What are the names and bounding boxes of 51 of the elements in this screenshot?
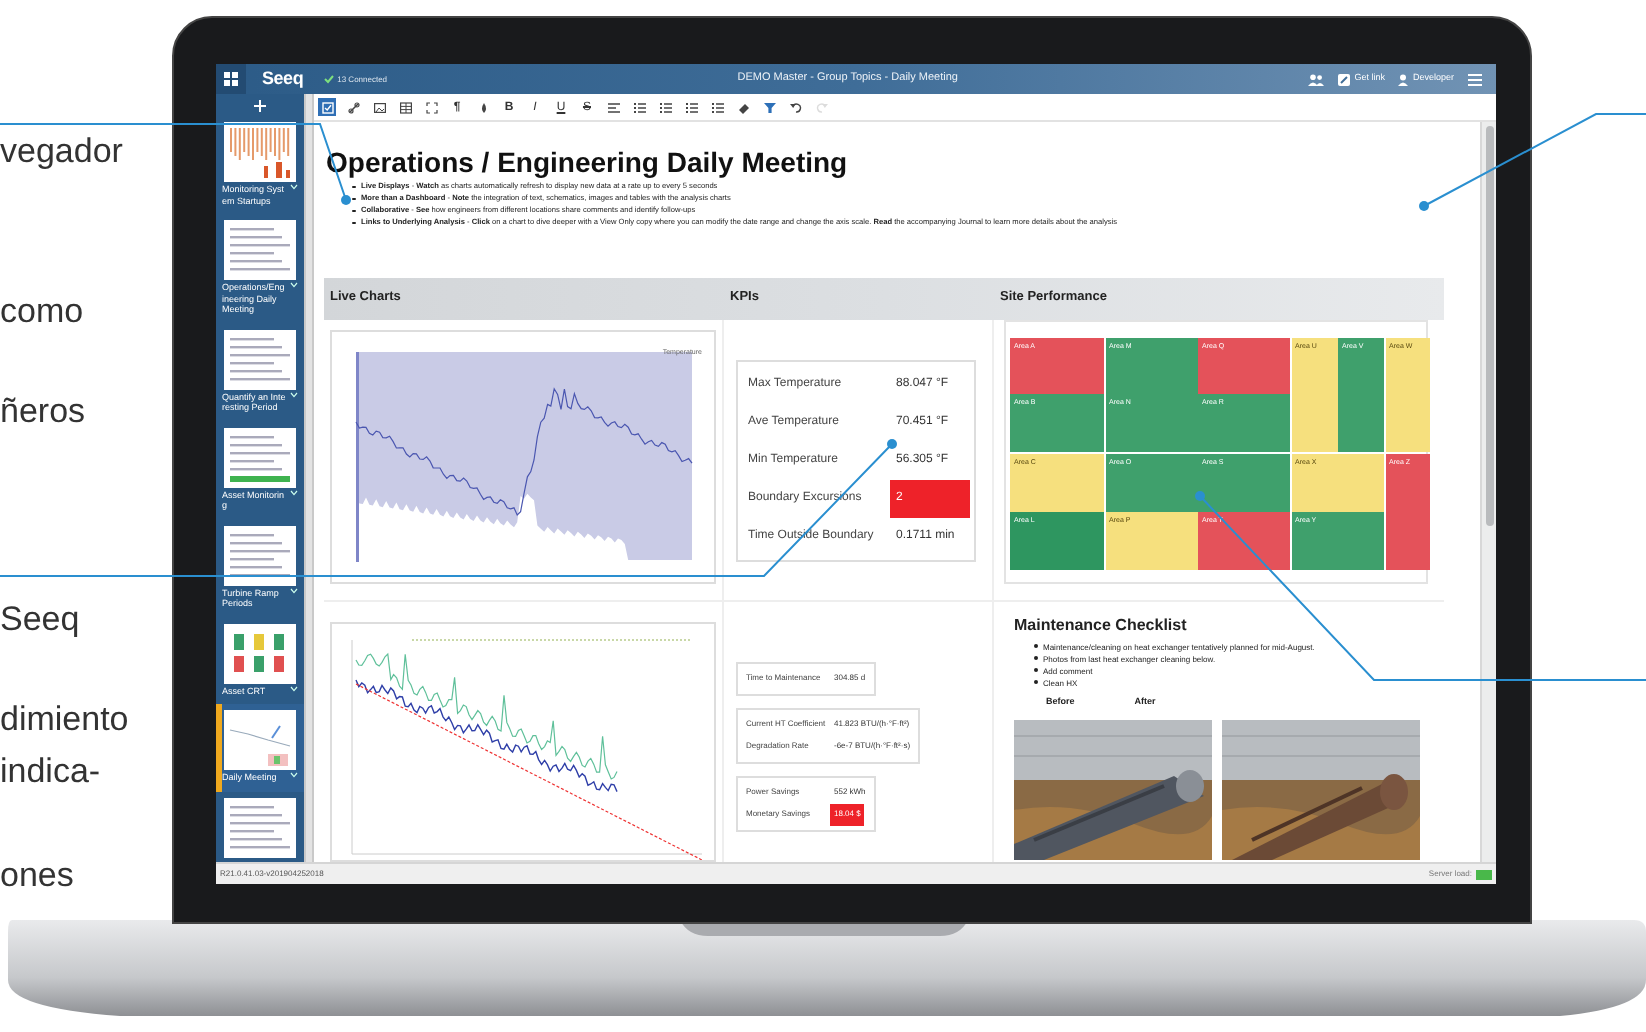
list-icon [711,101,723,113]
droplet-icon [477,101,489,113]
users-button[interactable] [1308,73,1325,85]
toolbar-button[interactable] [604,98,622,116]
plus-icon [254,99,266,111]
caption-text: dimiento [0,700,129,740]
grid-icon [224,72,238,86]
user-icon [1398,73,1409,85]
toolbar-button[interactable] [370,98,388,116]
image-icon [373,101,385,113]
chevron-down-icon [290,184,298,190]
menu-button[interactable] [1468,73,1482,85]
caption-text: ones [0,856,74,896]
caption-text: como [0,292,84,332]
caption-text: Seeq [0,600,80,640]
caption-text: vegador [0,132,123,172]
chevron-down-icon [290,685,298,691]
toolbar-button[interactable] [396,98,414,116]
scrollbar-thumb[interactable] [1485,126,1493,526]
align-icon [607,101,619,113]
chevron-down-icon [290,772,298,778]
eraser-icon [737,101,749,113]
toolbar-button[interactable] [734,98,752,116]
check-square-icon [321,101,333,113]
toolbar-button[interactable] [344,98,362,116]
table-icon [399,101,411,113]
link-icon [1338,73,1351,85]
checklist-title: Maintenance Checklist [1014,613,1189,637]
redo-icon [815,101,827,113]
list-icon [659,101,671,113]
filter-icon [763,101,775,113]
expand-icon [425,101,437,113]
list-icon [685,101,697,113]
toolbar-button[interactable] [760,98,778,116]
list-icon [633,101,645,113]
chevron-down-icon [290,587,298,593]
undo-icon [789,101,801,113]
chevron-down-icon [290,282,298,288]
chevron-down-icon [290,391,298,397]
menu-icon [1468,73,1482,85]
caption-text: indica- [0,752,101,792]
users-icon [1308,73,1325,85]
apps-button[interactable] [216,64,246,94]
toolbar-button[interactable] [786,98,804,116]
chevron-down-icon [290,489,298,495]
link-icon [347,101,359,113]
selection-bar [216,704,222,791]
app-logo: Seeq [262,65,304,92]
check-icon [323,74,334,84]
caption-text: ñeros [0,392,86,432]
server-load-badge [1476,869,1492,879]
